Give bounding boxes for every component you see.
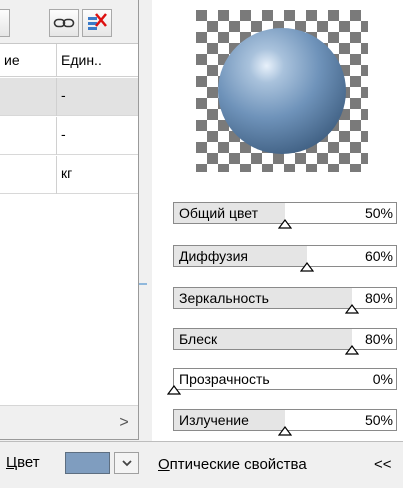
chevron-right-icon: > [119, 413, 129, 431]
slider-transparency[interactable]: Прозрачность 0% [167, 368, 397, 395]
unit-cell[interactable]: - [57, 117, 138, 155]
color-swatch[interactable] [65, 452, 110, 474]
table-row[interactable]: - [0, 78, 138, 116]
slider-value: 0% [372, 371, 393, 387]
table-row[interactable]: кг [0, 156, 138, 194]
unit-cell[interactable]: - [57, 78, 138, 116]
slider-label: Общий цвет [179, 205, 258, 221]
slider-value: 50% [364, 412, 393, 428]
slider-label: Излучение [179, 412, 249, 428]
panel-splitter[interactable] [139, 0, 152, 441]
slider-value: 50% [364, 205, 393, 221]
slider-value: 80% [364, 290, 393, 306]
slider-label: Прозрачность [179, 371, 270, 387]
splitter-grip [139, 283, 147, 285]
optical-properties-toggle[interactable]: Оптические свойства [158, 456, 307, 473]
slider-base-color[interactable]: Общий цвет 50% [173, 202, 397, 229]
color-label: Цвет [6, 454, 40, 471]
slider-value: 80% [364, 331, 393, 347]
slider-label: Блеск [179, 331, 218, 347]
slider-gloss[interactable]: Блеск 80% [173, 328, 397, 355]
column-header-unit[interactable]: Един.. [57, 44, 138, 77]
collapse-button[interactable]: << [374, 456, 392, 473]
slider-label: Зеркальность [179, 290, 269, 306]
link-icon [53, 18, 75, 28]
slider-thumb-icon[interactable] [278, 219, 292, 229]
column-header-name[interactable]: ие [0, 44, 56, 77]
material-preview [196, 10, 368, 172]
link-button[interactable] [49, 9, 79, 37]
scroll-right-button[interactable]: > [110, 406, 138, 439]
chevron-down-icon [121, 459, 132, 466]
grid-toolbar [0, 0, 138, 44]
slider-thumb-icon[interactable] [344, 345, 359, 355]
slider-label: Диффузия [179, 248, 249, 264]
toolbar-button-partial[interactable] [0, 9, 10, 37]
slider-thumb-icon[interactable] [300, 262, 315, 272]
unit-cell[interactable]: кг [57, 156, 138, 194]
horizontal-scrollbar[interactable]: > [0, 405, 138, 439]
slider-specularity[interactable]: Зеркальность 80% [173, 287, 397, 314]
slider-thumb-icon[interactable] [278, 426, 292, 436]
slider-thumb-icon[interactable] [167, 385, 181, 395]
grid-header: ие Един.. [0, 44, 138, 77]
delete-rows-button[interactable] [82, 9, 112, 37]
color-dropdown-button[interactable] [114, 452, 139, 474]
slider-emission[interactable]: Излучение 50% [173, 409, 397, 436]
delete-rows-icon [88, 13, 107, 30]
slider-diffusion[interactable]: Диффузия 60% [173, 245, 397, 272]
table-row[interactable]: - [0, 117, 138, 155]
slider-thumb-icon[interactable] [344, 304, 359, 314]
slider-value: 60% [364, 248, 393, 264]
material-sphere [218, 28, 346, 154]
